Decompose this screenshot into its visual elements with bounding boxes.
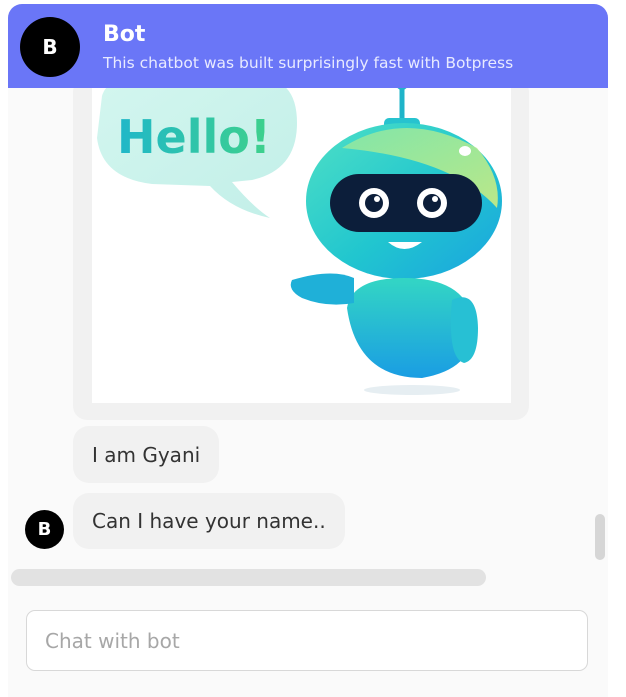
robot-arm bbox=[290, 273, 354, 305]
robot-image[interactable]: Hello! bbox=[92, 88, 511, 403]
chat-window: B Bot This chatbot was built surprisingl… bbox=[8, 4, 608, 697]
chat-header: B Bot This chatbot was built surprisingl… bbox=[8, 4, 608, 88]
antenna-tip bbox=[397, 88, 407, 90]
bot-name: Bot bbox=[103, 22, 146, 47]
speech-text: Hello! bbox=[117, 110, 271, 164]
vertical-scrollbar[interactable] bbox=[595, 514, 605, 560]
composer bbox=[8, 588, 608, 697]
head-shine bbox=[459, 146, 471, 156]
bot-avatar: B bbox=[20, 17, 80, 77]
horizontal-scrollbar[interactable] bbox=[11, 569, 486, 586]
bot-description: This chatbot was built surprisingly fast… bbox=[103, 54, 514, 72]
robot-illustration: Hello! bbox=[97, 88, 502, 395]
robot-shadow bbox=[364, 385, 460, 395]
right-pupil bbox=[423, 194, 441, 212]
right-eye-glint bbox=[432, 196, 438, 202]
robot-visor bbox=[330, 174, 482, 232]
left-eye-glint bbox=[374, 196, 380, 202]
message-list[interactable]: Hello! I am Gyani Can I have your name..… bbox=[8, 88, 608, 588]
chat-input[interactable] bbox=[26, 610, 588, 671]
bot-message-avatar: B bbox=[25, 510, 64, 549]
left-pupil bbox=[365, 194, 383, 212]
image-message: Hello! bbox=[73, 88, 529, 420]
robot-right-arm bbox=[450, 297, 478, 363]
bot-message: Can I have your name.. bbox=[73, 493, 345, 549]
bot-message: I am Gyani bbox=[73, 426, 220, 483]
